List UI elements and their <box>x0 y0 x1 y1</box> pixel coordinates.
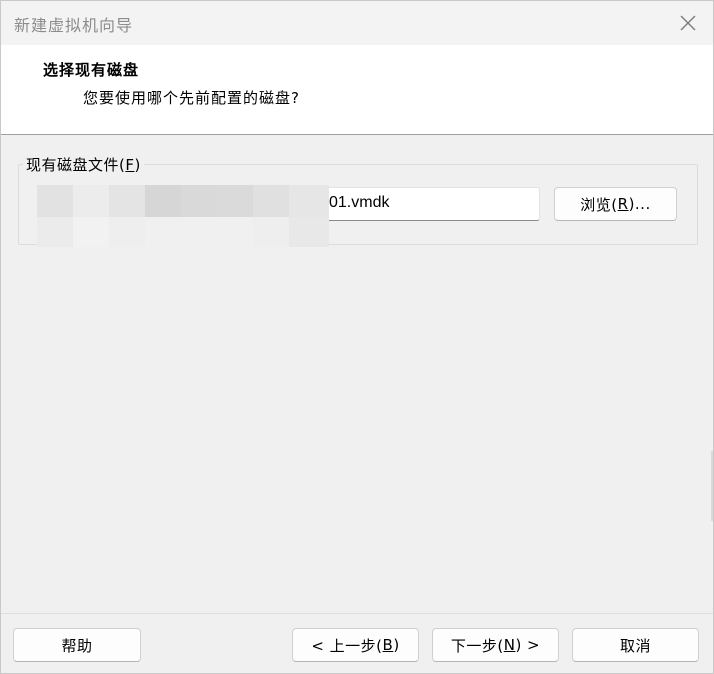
footer-divider <box>1 613 713 614</box>
mnemonic-r: R <box>617 195 629 213</box>
mnemonic-f: F <box>125 156 135 174</box>
title-bar: 新建虚拟机向导 <box>1 1 713 45</box>
existing-disk-label: 现有磁盘文件(F) <box>23 154 144 175</box>
back-button[interactable]: < 上一步(B) <box>292 628 419 662</box>
page-subtitle: 您要使用哪个先前配置的磁盘? <box>83 89 300 107</box>
help-button[interactable]: 帮助 <box>13 628 141 662</box>
browse-button[interactable]: 浏览(R)... <box>554 187 677 221</box>
next-button[interactable]: 下一步(N) > <box>432 628 559 662</box>
close-icon <box>680 15 696 31</box>
wizard-header: 选择现有磁盘 您要使用哪个先前配置的磁盘? <box>1 45 713 135</box>
mnemonic-n: N <box>503 636 516 654</box>
disk-file-path-value: 01.vmdk <box>329 194 390 211</box>
redacted-path-area <box>37 185 329 247</box>
page-title: 选择现有磁盘 <box>43 61 140 79</box>
new-vm-wizard-window: 新建虚拟机向导 选择现有磁盘 您要使用哪个先前配置的磁盘? 现有磁盘文件(F) … <box>0 0 714 674</box>
edge-shadow <box>711 451 713 521</box>
mnemonic-b: B <box>382 636 394 654</box>
close-button[interactable] <box>663 1 713 45</box>
window-title: 新建虚拟机向导 <box>14 16 134 35</box>
cancel-button[interactable]: 取消 <box>572 628 699 662</box>
